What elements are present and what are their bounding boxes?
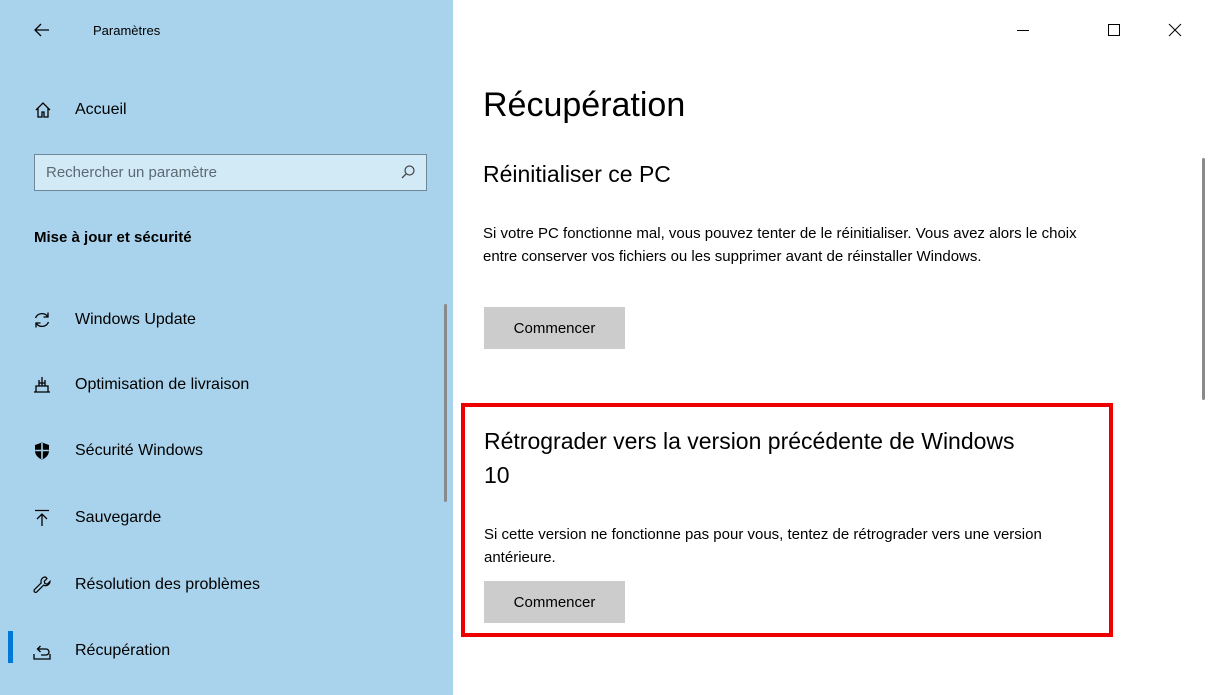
- sidebar-item-label: Optimisation de livraison: [75, 376, 250, 393]
- sidebar-item-delivery-optimization[interactable]: Optimisation de livraison: [0, 362, 453, 408]
- sidebar-item-home[interactable]: Accueil: [0, 92, 453, 128]
- home-icon: [35, 102, 51, 118]
- sidebar-item-troubleshoot[interactable]: Résolution des problèmes: [0, 562, 453, 608]
- sidebar: Paramètres Accueil Mise à jour et sécuri…: [0, 0, 453, 695]
- section-title: Mise à jour et sécurité: [34, 229, 192, 246]
- search-input[interactable]: [35, 155, 375, 190]
- sidebar-item-recovery[interactable]: Récupération: [0, 628, 453, 674]
- minimize-button[interactable]: [1000, 10, 1046, 50]
- rollback-description: Si cette version ne fonctionne pas pour …: [484, 526, 1042, 566]
- sync-icon: [34, 312, 50, 328]
- main-scrollbar[interactable]: [1202, 158, 1205, 400]
- backup-arrow-icon: [35, 509, 49, 526]
- sidebar-item-backup[interactable]: Sauvegarde: [0, 495, 453, 541]
- search-icon[interactable]: [400, 164, 416, 180]
- back-arrow-icon: [34, 23, 49, 37]
- window-title: Paramètres: [93, 23, 161, 38]
- maximize-icon: [1108, 24, 1120, 36]
- wrench-icon: [33, 576, 51, 593]
- shield-icon: [35, 442, 49, 460]
- sidebar-item-windows-update[interactable]: Windows Update: [0, 297, 453, 343]
- rollback-heading: Rétrograder vers la version précédente d…: [484, 428, 1015, 488]
- sidebar-item-windows-security[interactable]: Sécurité Windows: [0, 428, 453, 474]
- close-icon: [1168, 23, 1182, 37]
- sidebar-item-label: Accueil: [75, 101, 127, 118]
- reset-description: Si votre PC fonctionne mal, vous pouvez …: [483, 225, 1077, 265]
- recovery-icon: [33, 645, 51, 660]
- sidebar-item-label: Résolution des problèmes: [75, 576, 260, 593]
- delivery-optimization-icon: [34, 377, 50, 393]
- sidebar-item-label: Sauvegarde: [75, 509, 162, 526]
- search-box: [34, 154, 427, 191]
- rollback-start-button[interactable]: Commencer: [484, 581, 625, 623]
- minimize-icon: [1017, 30, 1029, 31]
- sidebar-item-label: Windows Update: [75, 311, 196, 328]
- reset-start-button[interactable]: Commencer: [484, 307, 625, 349]
- sidebar-item-label: Récupération: [75, 642, 171, 659]
- back-button[interactable]: [30, 18, 54, 42]
- close-button[interactable]: [1152, 10, 1198, 50]
- sidebar-item-label: Sécurité Windows: [75, 442, 204, 459]
- reset-heading: Réinitialiser ce PC: [483, 161, 671, 187]
- maximize-button[interactable]: [1091, 10, 1137, 50]
- main-content: Récupération Réinitialiser ce PC Si votr…: [453, 0, 1214, 695]
- sidebar-scrollbar[interactable]: [444, 304, 447, 502]
- page-title: Récupération: [483, 86, 686, 124]
